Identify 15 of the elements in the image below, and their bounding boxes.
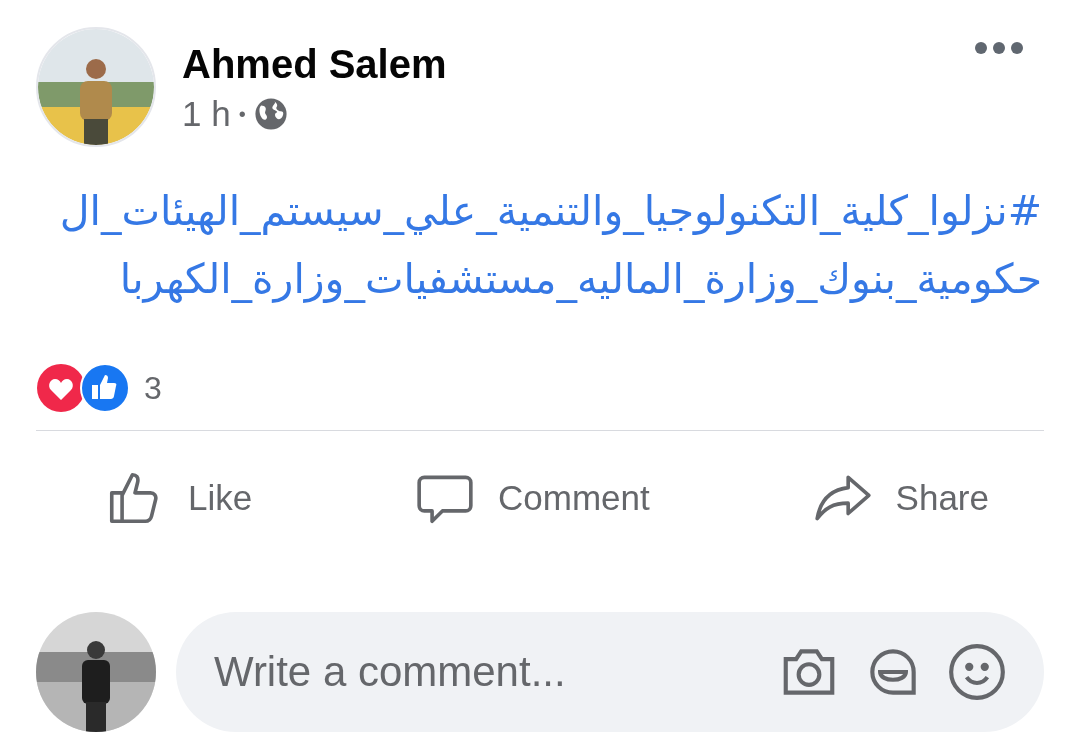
like-reaction-icon bbox=[80, 363, 130, 413]
comment-input[interactable]: Write a comment... bbox=[212, 647, 778, 697]
comment-button[interactable]: Comment bbox=[414, 467, 650, 529]
author-name[interactable]: Ahmed Salem bbox=[182, 40, 447, 88]
hashtag-text[interactable]: #نزلوا_كلية_التكنولوجيا_والتنمية_علي_سيستم_الهيئات_ال bbox=[36, 177, 1042, 245]
more-options-icon[interactable] bbox=[974, 40, 1024, 56]
post-time: 1 h bbox=[182, 94, 231, 134]
separator-dot: • bbox=[238, 102, 246, 126]
smiley-icon[interactable] bbox=[946, 641, 1008, 703]
hashtag-text[interactable]: حكومية_بنوك_وزارة_الماليه_مستشفيات_وزارة_الكهربا bbox=[36, 245, 1042, 313]
share-button[interactable]: Share bbox=[811, 467, 989, 529]
globe-icon bbox=[253, 97, 288, 131]
comment-field[interactable]: Write a comment... bbox=[176, 612, 1044, 732]
reaction-count[interactable]: 3 bbox=[144, 369, 162, 407]
like-button[interactable]: Like bbox=[104, 467, 253, 529]
